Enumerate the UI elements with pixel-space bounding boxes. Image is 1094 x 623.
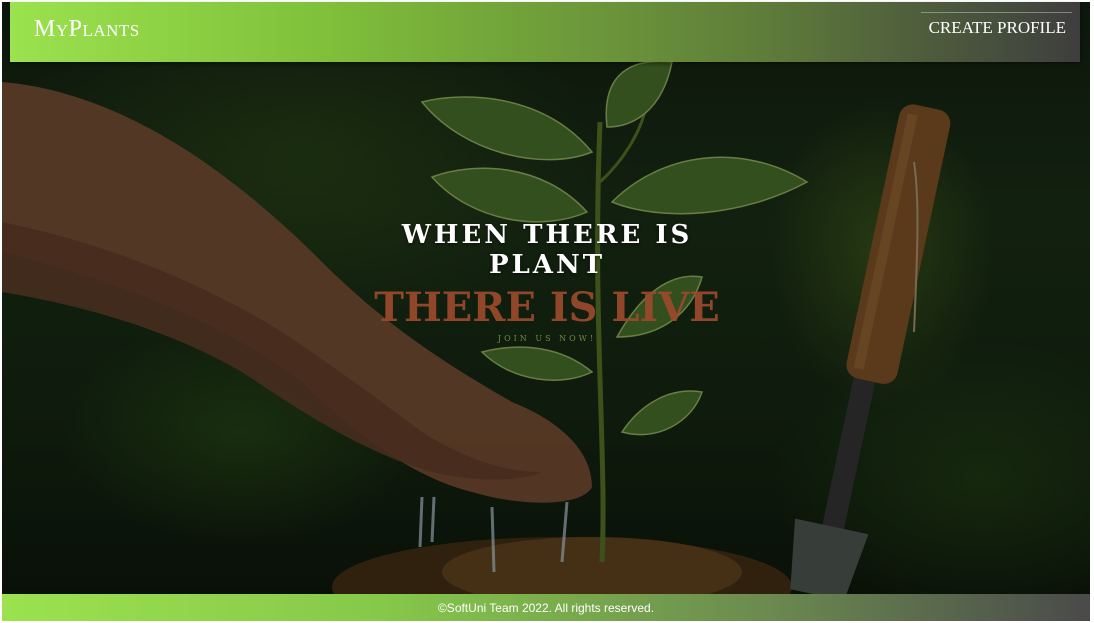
join-us-link[interactable]: JOIN US NOW! (347, 334, 747, 343)
logo-link[interactable]: MyPlants (34, 16, 140, 43)
create-profile-link[interactable]: CREATE PROFILE (920, 12, 1073, 38)
page-footer: ©SoftUni Team 2022. All rights reserved. (2, 594, 1090, 621)
hero-headline: WHEN THERE IS PLANT (401, 220, 693, 280)
hero-subheadline: THERE IS LIVE (374, 284, 720, 331)
hero-section: WHEN THERE IS PLANT THERE IS LIVE JOIN U… (2, 2, 1090, 594)
footer-copyright: ©SoftUni Team 2022. All rights reserved. (437, 601, 655, 615)
top-navbar: MyPlants CREATE PROFILE (10, 2, 1080, 62)
